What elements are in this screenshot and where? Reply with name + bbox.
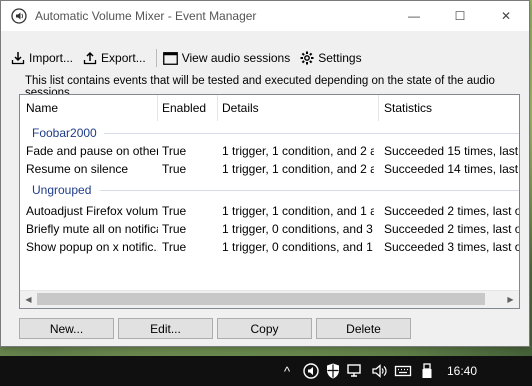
import-label: Import... bbox=[29, 51, 74, 65]
clock-time[interactable]: 16:40 bbox=[447, 364, 477, 378]
item-name: Show popup on x notific... bbox=[26, 240, 158, 254]
item-enabled: True bbox=[162, 204, 187, 218]
minimize-button[interactable]: — bbox=[391, 1, 437, 31]
group-divider bbox=[100, 190, 519, 191]
shield-icon[interactable] bbox=[324, 362, 342, 380]
column-header-name[interactable]: Name bbox=[26, 101, 58, 115]
export-label: Export... bbox=[101, 51, 146, 65]
settings-button[interactable]: Settings bbox=[300, 51, 362, 65]
group-header-foobar2000[interactable]: Foobar2000 bbox=[32, 126, 97, 140]
column-header-enabled[interactable]: Enabled bbox=[162, 101, 206, 115]
item-statistics: Succeeded 3 times, last on bbox=[384, 240, 520, 254]
maximize-button[interactable]: ☐ bbox=[437, 1, 483, 31]
item-enabled: True bbox=[162, 240, 187, 254]
usb-icon[interactable] bbox=[418, 362, 436, 380]
list-item[interactable]: Autoadjust Firefox volume True 1 trigger… bbox=[20, 202, 519, 220]
column-header-statistics[interactable]: Statistics bbox=[384, 101, 432, 115]
edit-button[interactable]: Edit... bbox=[118, 318, 213, 339]
list-item[interactable]: Resume on silence True 1 trigger, 1 cond… bbox=[20, 160, 519, 178]
new-button[interactable]: New... bbox=[19, 318, 114, 339]
app-speaker-icon bbox=[11, 8, 27, 24]
action-buttons: New... Edit... Copy Delete bbox=[19, 318, 415, 339]
item-statistics: Succeeded 2 times, last on bbox=[384, 204, 520, 218]
view-audio-sessions-label: View audio sessions bbox=[181, 51, 291, 65]
group-divider bbox=[104, 133, 519, 134]
toolbar: Import... Export... View audio sessions bbox=[11, 47, 372, 69]
item-enabled: True bbox=[162, 162, 187, 176]
item-statistics: Succeeded 15 times, last on bbox=[384, 144, 520, 158]
delete-button[interactable]: Delete bbox=[316, 318, 411, 339]
window-icon bbox=[162, 51, 178, 65]
events-list[interactable]: Name Enabled Details Statistics Foobar20… bbox=[19, 94, 520, 309]
minimize-icon: — bbox=[408, 9, 420, 23]
event-manager-window: Automatic Volume Mixer - Event Manager —… bbox=[0, 0, 530, 347]
item-enabled: True bbox=[162, 144, 187, 158]
item-details: 1 trigger, 1 condition, and 2 a... bbox=[222, 144, 374, 158]
list-item[interactable]: Show popup on x notific... True 1 trigge… bbox=[20, 238, 519, 256]
column-divider[interactable] bbox=[157, 95, 158, 121]
import-button[interactable]: Import... bbox=[11, 51, 73, 65]
close-button[interactable]: ✕ bbox=[483, 1, 529, 31]
scroll-left-icon[interactable]: ◀ bbox=[20, 291, 37, 308]
item-details: 1 trigger, 0 conditions, and 1 ... bbox=[222, 240, 374, 254]
export-button[interactable]: Export... bbox=[83, 51, 146, 65]
item-statistics: Succeeded 2 times, last on bbox=[384, 222, 520, 236]
toolbar-separator bbox=[155, 49, 157, 67]
settings-label: Settings bbox=[318, 51, 362, 65]
scrollbar-thumb[interactable] bbox=[37, 293, 485, 305]
column-divider[interactable] bbox=[217, 95, 218, 121]
title-bar[interactable]: Automatic Volume Mixer - Event Manager —… bbox=[1, 1, 529, 31]
item-name: Fade and pause on other... bbox=[26, 144, 158, 158]
list-item[interactable]: Fade and pause on other... True 1 trigge… bbox=[20, 142, 519, 160]
window-title: Automatic Volume Mixer - Event Manager bbox=[35, 9, 257, 23]
taskbar: ^ 16:40 bbox=[0, 356, 532, 386]
app-tray-icon[interactable] bbox=[302, 362, 320, 380]
close-icon: ✕ bbox=[500, 9, 512, 23]
volume-icon[interactable] bbox=[370, 362, 388, 380]
item-name: Resume on silence bbox=[26, 162, 129, 176]
copy-button[interactable]: Copy bbox=[217, 318, 312, 339]
item-details: 1 trigger, 1 condition, and 1 a... bbox=[222, 204, 374, 218]
horizontal-scrollbar[interactable]: ◀ ▶ bbox=[20, 290, 519, 308]
edge-icon[interactable] bbox=[346, 362, 364, 380]
import-icon bbox=[11, 52, 25, 65]
view-audio-sessions-button[interactable]: View audio sessions bbox=[162, 51, 291, 65]
item-name: Briefly mute all on notifica... bbox=[26, 222, 158, 236]
item-name: Autoadjust Firefox volume bbox=[26, 204, 158, 218]
maximize-icon: ☐ bbox=[454, 9, 466, 23]
scroll-right-icon[interactable]: ▶ bbox=[502, 291, 519, 308]
item-enabled: True bbox=[162, 222, 187, 236]
group-header-ungrouped[interactable]: Ungrouped bbox=[32, 183, 91, 197]
gear-icon bbox=[300, 51, 314, 65]
keyboard-icon[interactable] bbox=[394, 362, 412, 380]
chevron-up-icon[interactable]: ^ bbox=[278, 362, 296, 380]
list-header: Name Enabled Details Statistics bbox=[20, 95, 519, 121]
column-divider[interactable] bbox=[378, 95, 379, 121]
list-item[interactable]: Briefly mute all on notifica... True 1 t… bbox=[20, 220, 519, 238]
item-details: 1 trigger, 1 condition, and 2 a... bbox=[222, 162, 374, 176]
item-details: 1 trigger, 0 conditions, and 3 ... bbox=[222, 222, 374, 236]
column-header-details[interactable]: Details bbox=[222, 101, 259, 115]
export-icon bbox=[83, 51, 97, 65]
item-statistics: Succeeded 14 times, last on bbox=[384, 162, 520, 176]
